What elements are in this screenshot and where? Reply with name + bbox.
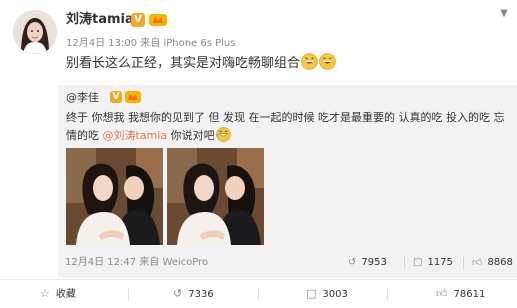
- verified-badge-icon: V: [110, 91, 122, 103]
- post-text: 别看长这么正经，其实是对嗨吃畅聊组合: [66, 53, 336, 73]
- repost-button[interactable]: ↺ 7336: [173, 286, 214, 302]
- repost-comment-button[interactable]: □ 1175: [413, 256, 453, 270]
- divider: [404, 257, 405, 269]
- username[interactable]: 刘涛tamia: [66, 11, 134, 29]
- repost-repost-button[interactable]: ↺ 7953: [348, 256, 387, 270]
- laughing-emoji-icon: [301, 53, 318, 70]
- comment-count: 3003: [322, 289, 348, 300]
- comment-icon: □: [306, 287, 317, 300]
- comment-icon: □: [413, 257, 423, 268]
- repost-author[interactable]: @李佳: [66, 91, 99, 105]
- chevron-down-icon[interactable]: ▼: [497, 8, 511, 20]
- post-photo[interactable]: [66, 148, 163, 245]
- repost-icon: ↺: [348, 257, 357, 268]
- thumbs-up-icon: 👍︎: [472, 257, 483, 268]
- repost-repost-count: 7953: [361, 257, 387, 268]
- repost-count: 7336: [188, 289, 214, 300]
- laughing-emoji-icon: [215, 127, 231, 142]
- repost-text-tail: 你说对吧: [167, 129, 215, 142]
- divider: [463, 257, 464, 269]
- favorite-label: 收藏: [55, 289, 76, 300]
- member-level-icon: [125, 91, 141, 103]
- divider: [387, 288, 388, 301]
- repost-meta: 12月4日 12:47 来自 WeicoPro: [65, 257, 209, 268]
- favorite-button[interactable]: ☆ 收藏: [40, 286, 76, 302]
- repost-comment-count: 1175: [427, 257, 453, 268]
- repost-icon: ↺: [173, 287, 183, 300]
- avatar[interactable]: [13, 10, 57, 54]
- repost-card: @李佳 V 终于 你想我 我想你的见到了 但 发现 在一起的时候 吃才是最重要的…: [58, 85, 517, 278]
- repost-like-button[interactable]: 👍︎ 8868: [472, 256, 513, 270]
- mention-link[interactable]: @刘涛tamia: [103, 129, 168, 142]
- action-bar: ☆ 收藏 ↺ 7336 □ 3003 👍︎ 78611: [0, 279, 517, 308]
- member-level-icon: [149, 14, 167, 26]
- comment-button[interactable]: □ 3003: [306, 286, 348, 302]
- like-count: 78611: [453, 289, 486, 300]
- post-meta: 12月4日 13:00 来自 iPhone 6s Plus: [66, 38, 236, 49]
- star-icon: ☆: [40, 287, 50, 300]
- repost-like-count: 8868: [487, 257, 513, 268]
- verified-badge-icon: V: [131, 13, 145, 27]
- laughing-emoji-icon: [319, 53, 336, 70]
- divider: [128, 288, 129, 301]
- post-photo[interactable]: [167, 148, 264, 245]
- post-text-content: 别看长这么正经，其实是对嗨吃畅聊组合: [66, 56, 301, 71]
- thumbs-up-icon: 👍︎: [436, 287, 448, 300]
- repost-text: 终于 你想我 我想你的见到了 但 发现 在一起的时候 吃才是最重要的 认真的吃 …: [66, 109, 511, 145]
- divider: [258, 288, 259, 301]
- like-button[interactable]: 👍︎ 78611: [436, 286, 485, 302]
